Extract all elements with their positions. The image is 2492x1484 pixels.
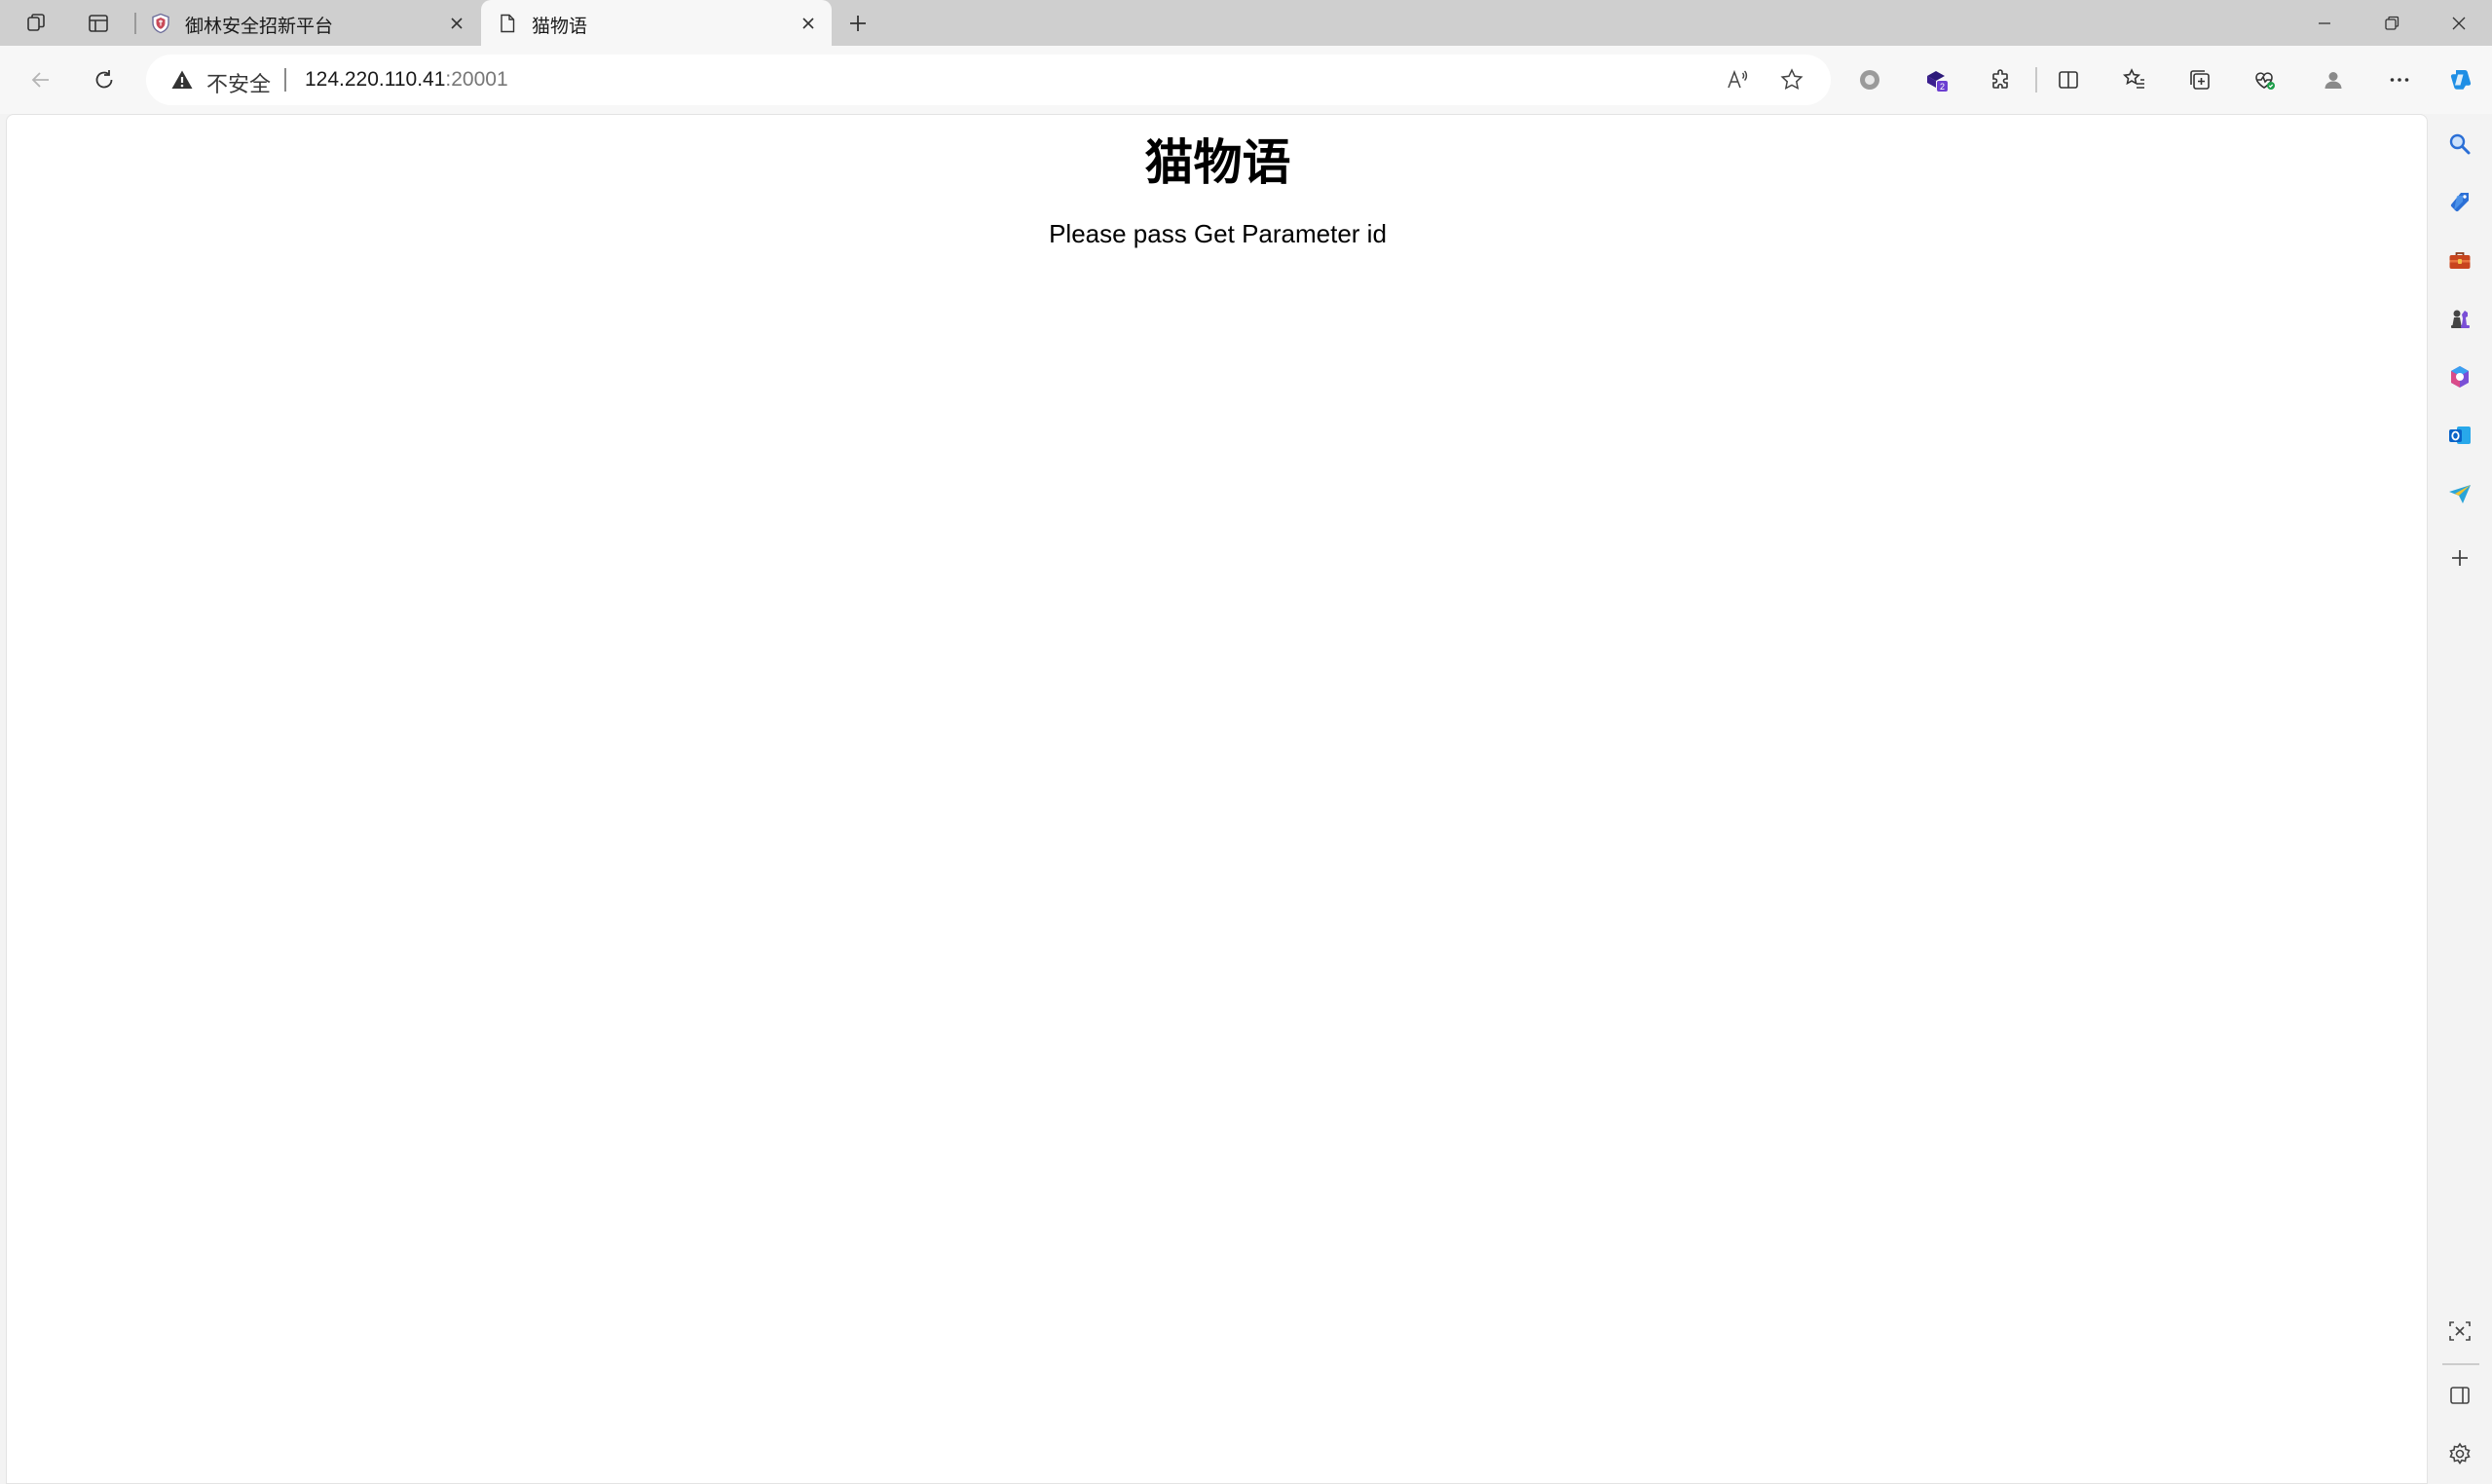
profile-avatar-icon[interactable] <box>2314 60 2353 99</box>
document-icon <box>497 13 518 34</box>
edge-sidebar <box>2429 114 2492 1484</box>
shield-icon <box>150 13 171 34</box>
close-tab-icon[interactable] <box>795 10 822 37</box>
settings-gear-icon[interactable] <box>2440 1434 2479 1473</box>
microsoft-365-icon[interactable] <box>2440 357 2479 396</box>
tab-title: 御林安全招新平台 <box>185 17 334 37</box>
favorite-star-icon[interactable] <box>1776 64 1807 95</box>
workspaces-icon[interactable] <box>19 6 55 41</box>
tab-yulin-platform[interactable]: 御林安全招新平台 <box>134 0 480 46</box>
url-text[interactable]: 124.220.110.41:20001 <box>305 68 508 92</box>
new-tab-button[interactable] <box>839 5 876 42</box>
tab-cat-story[interactable]: 猫物语 <box>481 0 832 46</box>
sidebar-divider <box>2442 1363 2479 1365</box>
toolbox-icon[interactable] <box>2440 241 2479 280</box>
chess-icon[interactable] <box>2440 300 2479 339</box>
address-bar[interactable]: 不安全 124.220.110.41:20001 <box>146 55 1831 105</box>
extension-badge-count: 2 <box>1940 82 1945 92</box>
back-arrow-icon[interactable] <box>21 60 60 99</box>
collections-icon[interactable] <box>2180 60 2219 99</box>
more-options-icon[interactable] <box>2380 60 2419 99</box>
send-icon[interactable] <box>2440 474 2479 513</box>
close-tab-icon[interactable] <box>443 10 470 37</box>
extension-badge-icon[interactable]: 2 <box>1916 60 1955 99</box>
tab-strip: 御林安全招新平台 猫物语 <box>0 0 2492 46</box>
tab-title: 猫物语 <box>532 17 588 37</box>
restore-icon[interactable] <box>2359 0 2425 46</box>
close-window-icon[interactable] <box>2426 0 2492 46</box>
url-port: :20001 <box>445 68 508 91</box>
url-host: 124.220.110.41 <box>305 68 446 91</box>
add-icon[interactable] <box>2440 538 2479 577</box>
browser-toolbar: 不安全 124.220.110.41:20001 2 <box>0 46 2492 114</box>
page-message: Please pass Get Parameter id <box>1049 219 1387 248</box>
browser-essentials-icon[interactable] <box>2245 60 2284 99</box>
read-aloud-icon[interactable] <box>1722 64 1753 95</box>
search-icon[interactable] <box>2440 125 2479 164</box>
hide-sidebar-icon[interactable] <box>2440 1376 2479 1415</box>
security-label[interactable]: 不安全 <box>206 67 271 98</box>
page-title: 猫物语 <box>1144 135 1291 190</box>
minimize-icon[interactable] <box>2291 0 2358 46</box>
address-divider <box>284 68 286 92</box>
page-viewport: 猫物语 Please pass Get Parameter id <box>6 114 2428 1484</box>
extension-circle-icon[interactable] <box>1850 60 1889 99</box>
toolbar-divider <box>2035 67 2037 93</box>
split-screen-icon[interactable] <box>2049 60 2088 99</box>
warning-icon[interactable] <box>170 68 194 92</box>
shopping-tag-icon[interactable] <box>2440 183 2479 222</box>
screenshot-icon[interactable] <box>2440 1312 2479 1351</box>
favorites-list-icon[interactable] <box>2115 60 2154 99</box>
copilot-icon[interactable] <box>2441 60 2480 99</box>
extensions-puzzle-icon[interactable] <box>1982 60 2021 99</box>
refresh-icon[interactable] <box>85 60 124 99</box>
outlook-icon[interactable] <box>2440 416 2479 455</box>
tab-actions-icon[interactable] <box>81 6 116 41</box>
